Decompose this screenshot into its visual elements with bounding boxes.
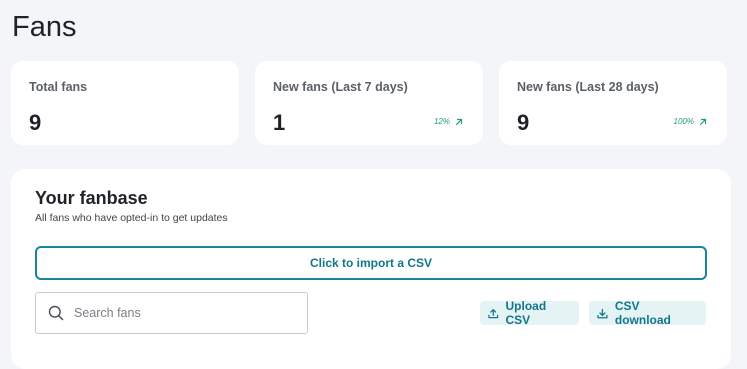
csv-download-button[interactable]: CSV download (589, 299, 706, 327)
stat-value: 9 (29, 110, 42, 135)
stat-card-new-fans-28-days: New fans (Last 28 days) 9 100% (499, 61, 727, 145)
stat-change: 100% (674, 117, 707, 126)
stat-value: 1 (273, 110, 286, 135)
stat-label: New fans (Last 7 days) (273, 80, 408, 94)
fanbase-subtitle: All fans who have opted-in to get update… (35, 212, 228, 224)
fanbase-panel: Your fanbase All fans who have opted-in … (11, 169, 731, 369)
page-title: Fans (12, 11, 77, 43)
stat-change: 12% (434, 117, 463, 126)
stat-card-new-fans-7-days: New fans (Last 7 days) 1 12% (255, 61, 483, 145)
stat-change-percent: 100% (673, 117, 694, 126)
stat-label: New fans (Last 28 days) (517, 80, 659, 94)
arrow-up-right-icon (455, 118, 463, 125)
import-csv-button[interactable]: Click to import a CSV (35, 246, 707, 280)
upload-csv-label: Upload CSV (505, 299, 547, 327)
stat-change-percent: 12% (433, 117, 450, 126)
stat-label: Total fans (29, 80, 88, 94)
download-icon (597, 308, 608, 318)
fanbase-title: Your fanbase (35, 188, 148, 208)
search-fans-field[interactable] (35, 292, 308, 334)
stat-value: 9 (517, 110, 530, 135)
upload-icon (488, 308, 499, 318)
arrow-up-right-icon (699, 118, 707, 125)
search-icon (47, 304, 65, 322)
stat-card-total-fans: Total fans 9 (11, 61, 239, 145)
csv-download-label: CSV download (614, 299, 671, 327)
upload-csv-button[interactable]: Upload CSV (480, 299, 579, 327)
search-fans-input[interactable] (74, 306, 294, 320)
